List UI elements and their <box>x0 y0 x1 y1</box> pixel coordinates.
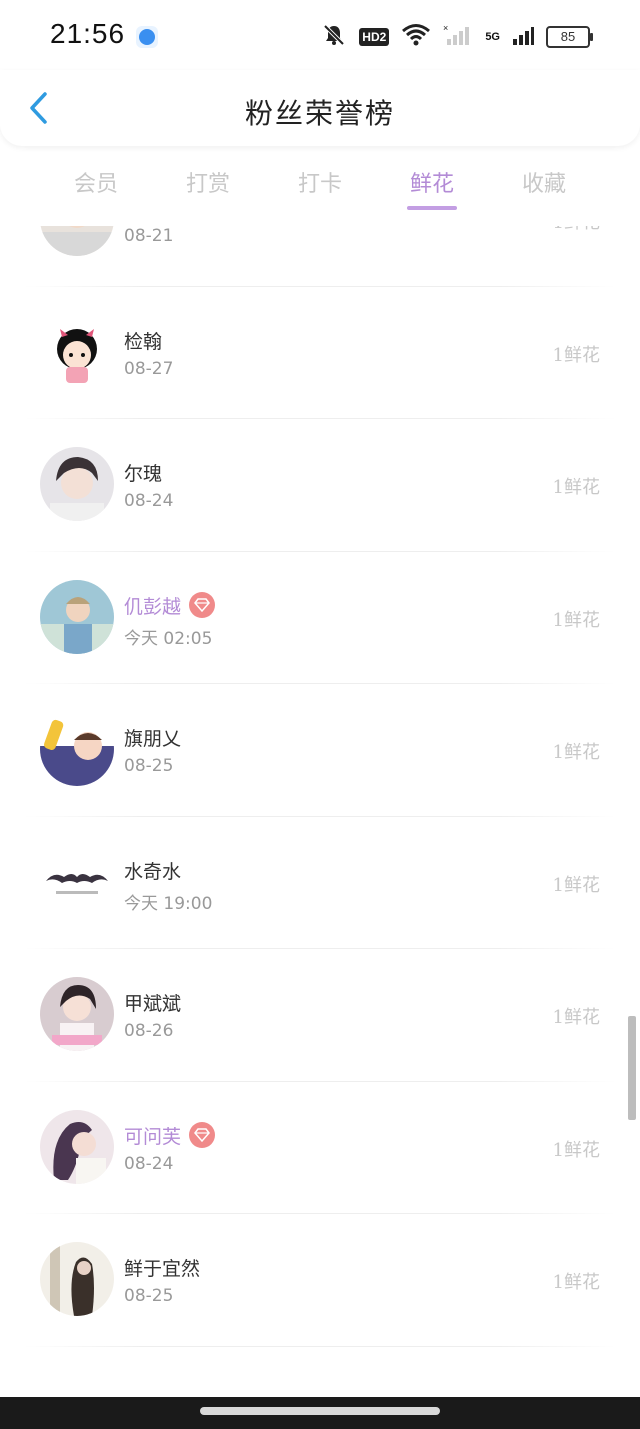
activity-date: 08-25 <box>124 1286 174 1306</box>
activity-date: 08-26 <box>124 1021 174 1041</box>
svg-text:×: × <box>443 23 448 33</box>
tab-bar: 会员 打赏 打卡 鲜花 收藏 <box>40 160 600 220</box>
user-name: 尔瑰 <box>124 463 163 485</box>
user-name: 鲜于宜然 <box>124 1258 201 1280</box>
list-item[interactable]: 水奇水 今天 19:00 1鲜花 <box>0 817 640 950</box>
scrollbar-thumb[interactable] <box>628 1016 636 1120</box>
signal-icon-2 <box>512 23 534 51</box>
screen: 21:56 HD2 × 5G 85 粉丝荣誉榜 会员 打赏 打卡 鲜花 收藏 0… <box>0 0 640 1429</box>
avatar <box>40 447 114 521</box>
header: 粉丝荣誉榜 <box>0 70 640 146</box>
list-item[interactable]: 鲜于宜然 08-25 1鲜花 <box>0 1214 640 1347</box>
avatar <box>40 712 114 786</box>
flower-count: 1鲜花 <box>552 1007 600 1028</box>
flower-count: 1鲜花 <box>552 609 600 631</box>
avatar <box>40 579 114 654</box>
flower-count: 1鲜花 <box>552 874 600 896</box>
avatar <box>40 977 114 1051</box>
user-name: 可问芙 <box>124 1125 182 1148</box>
activity-date: 今天 02:05 <box>124 628 213 649</box>
activity-date: 08-27 <box>124 358 174 379</box>
user-name: 水奇水 <box>124 860 182 883</box>
activity-date: 今天 19:00 <box>124 893 213 914</box>
app-notification-icon <box>136 26 158 48</box>
page-title: 粉丝荣誉榜 <box>244 97 395 130</box>
status-icons: HD2 × 5G 85 <box>321 22 593 52</box>
list-item[interactable]: 佑梨 08-21 1鲜花 <box>0 226 640 287</box>
battery-indicator: 85 <box>546 26 593 48</box>
tab-membership[interactable]: 会员 <box>40 160 152 220</box>
flower-count: 1鲜花 <box>552 477 600 498</box>
signal-icon-1: × <box>443 23 473 51</box>
list-item[interactable]: 检翰 08-27 1鲜花 <box>0 287 640 420</box>
activity-date: 08-25 <box>124 756 174 776</box>
tab-tip[interactable]: 打赏 <box>152 160 264 220</box>
avatar <box>40 1109 114 1184</box>
mute-bell-icon <box>321 22 347 52</box>
flower-count: 1鲜花 <box>552 1139 600 1161</box>
tab-flowers[interactable]: 鲜花 <box>376 160 488 220</box>
user-name: 仉彭越 <box>124 595 182 618</box>
avatar <box>40 226 114 256</box>
flower-count: 1鲜花 <box>552 742 600 763</box>
activity-date: 08-21 <box>124 226 174 246</box>
list-item[interactable]: 仉彭越 今天 02:05 1鲜花 <box>0 552 640 685</box>
vip-diamond-icon <box>189 1122 216 1148</box>
flower-count: 1鲜花 <box>552 344 600 366</box>
user-name: 甲斌斌 <box>124 993 182 1015</box>
status-bar: 21:56 HD2 × 5G 85 <box>0 0 640 76</box>
network-type: 5G <box>485 31 500 43</box>
vip-diamond-icon <box>189 592 216 618</box>
avatar <box>40 844 114 919</box>
avatar <box>40 314 114 389</box>
home-indicator[interactable] <box>200 1407 440 1415</box>
flower-count: 1鲜花 <box>552 1272 600 1293</box>
status-time: 21:56 <box>50 18 126 49</box>
user-name: 检翰 <box>124 330 163 353</box>
system-nav-bar <box>0 1397 640 1429</box>
user-name: 旗朋乂 <box>124 728 182 750</box>
activity-date: 08-24 <box>124 491 174 511</box>
flower-count: 1鲜花 <box>553 226 600 234</box>
list-item[interactable]: 甲斌斌 08-26 1鲜花 <box>0 949 640 1082</box>
wifi-icon <box>401 23 431 51</box>
list-item[interactable]: 旗朋乂 08-25 1鲜花 <box>0 684 640 817</box>
avatar <box>40 1242 114 1316</box>
activity-date: 08-24 <box>124 1153 174 1174</box>
hd-badge: HD2 <box>359 28 390 46</box>
tab-checkin[interactable]: 打卡 <box>264 160 376 220</box>
list-item[interactable]: 可问芙 08-24 1鲜花 <box>0 1082 640 1215</box>
fan-list[interactable]: 佑梨 08-21 1鲜花 <box>0 226 640 1396</box>
tab-favorites[interactable]: 收藏 <box>488 160 600 220</box>
list-item[interactable]: 尔瑰 08-24 1鲜花 <box>0 419 640 552</box>
